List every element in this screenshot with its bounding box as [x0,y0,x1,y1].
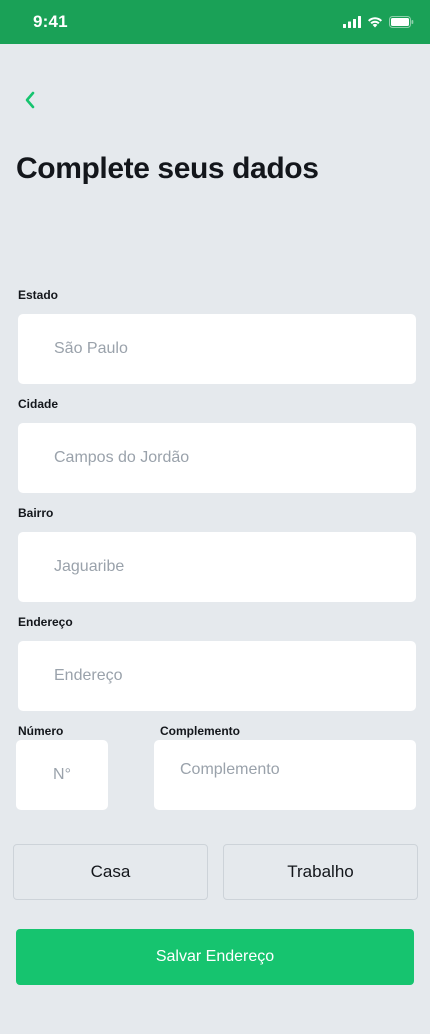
bairro-field[interactable] [18,532,416,602]
endereco-input[interactable] [54,641,416,711]
signal-icon [343,16,361,28]
trabalho-option-button[interactable]: Trabalho [223,844,418,900]
estado-field[interactable] [18,314,416,384]
numero-label: Número [18,724,64,738]
status-icons [343,14,414,30]
complemento-label: Complemento [160,724,241,738]
page-title: Complete seus dados [16,152,319,185]
address-form-screen: 9:41 Complete seus dados Estado São Paul… [0,0,430,1034]
numero-field[interactable] [16,740,108,810]
cidade-input[interactable] [54,423,416,493]
chevron-left-icon [23,91,37,114]
estado-label: Estado [18,288,59,302]
cidade-field[interactable] [18,423,416,493]
endereco-field[interactable] [18,641,416,711]
cidade-label: Cidade [18,397,59,411]
save-address-button[interactable]: Salvar Endereço [16,929,414,985]
wifi-icon [367,16,383,28]
bairro-input[interactable] [54,532,416,602]
complemento-field[interactable] [154,740,416,810]
endereco-label: Endereço [18,615,73,629]
bairro-label: Bairro [18,506,54,520]
casa-option-button[interactable]: Casa [13,844,208,900]
back-button[interactable] [16,88,44,116]
status-time: 9:41 [33,12,68,31]
status-bar: 9:41 [0,0,430,44]
complemento-input[interactable] [180,760,416,780]
numero-input[interactable] [16,740,108,810]
battery-icon [389,16,414,28]
estado-input[interactable] [54,314,416,384]
